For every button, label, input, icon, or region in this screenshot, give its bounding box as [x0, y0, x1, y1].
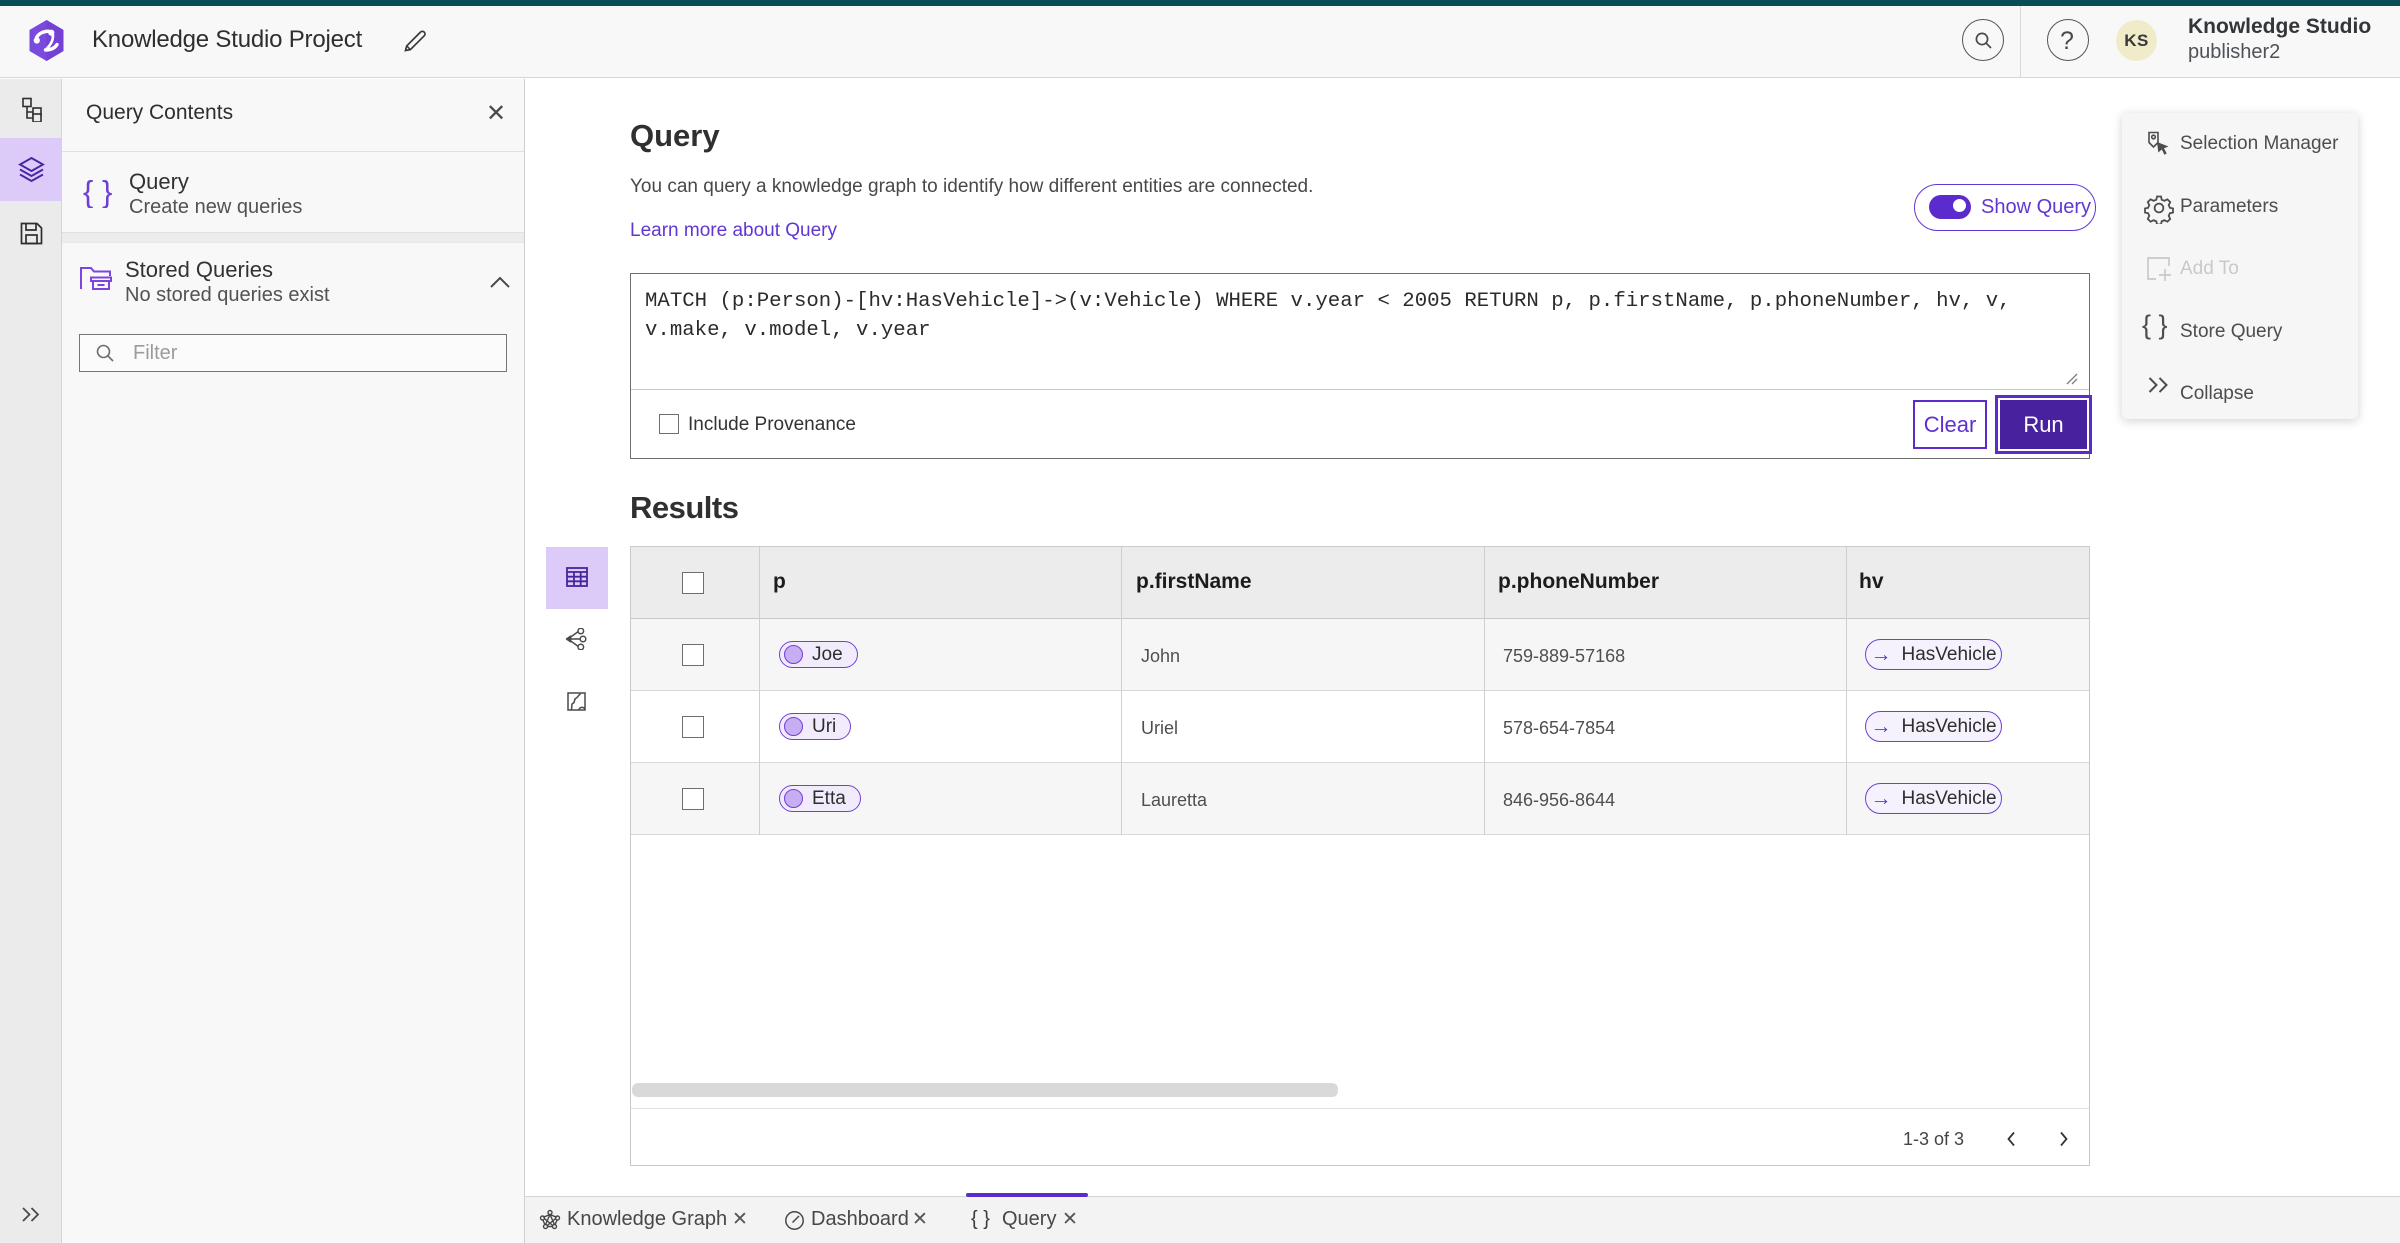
svg-text:{ }: { } [83, 176, 112, 208]
